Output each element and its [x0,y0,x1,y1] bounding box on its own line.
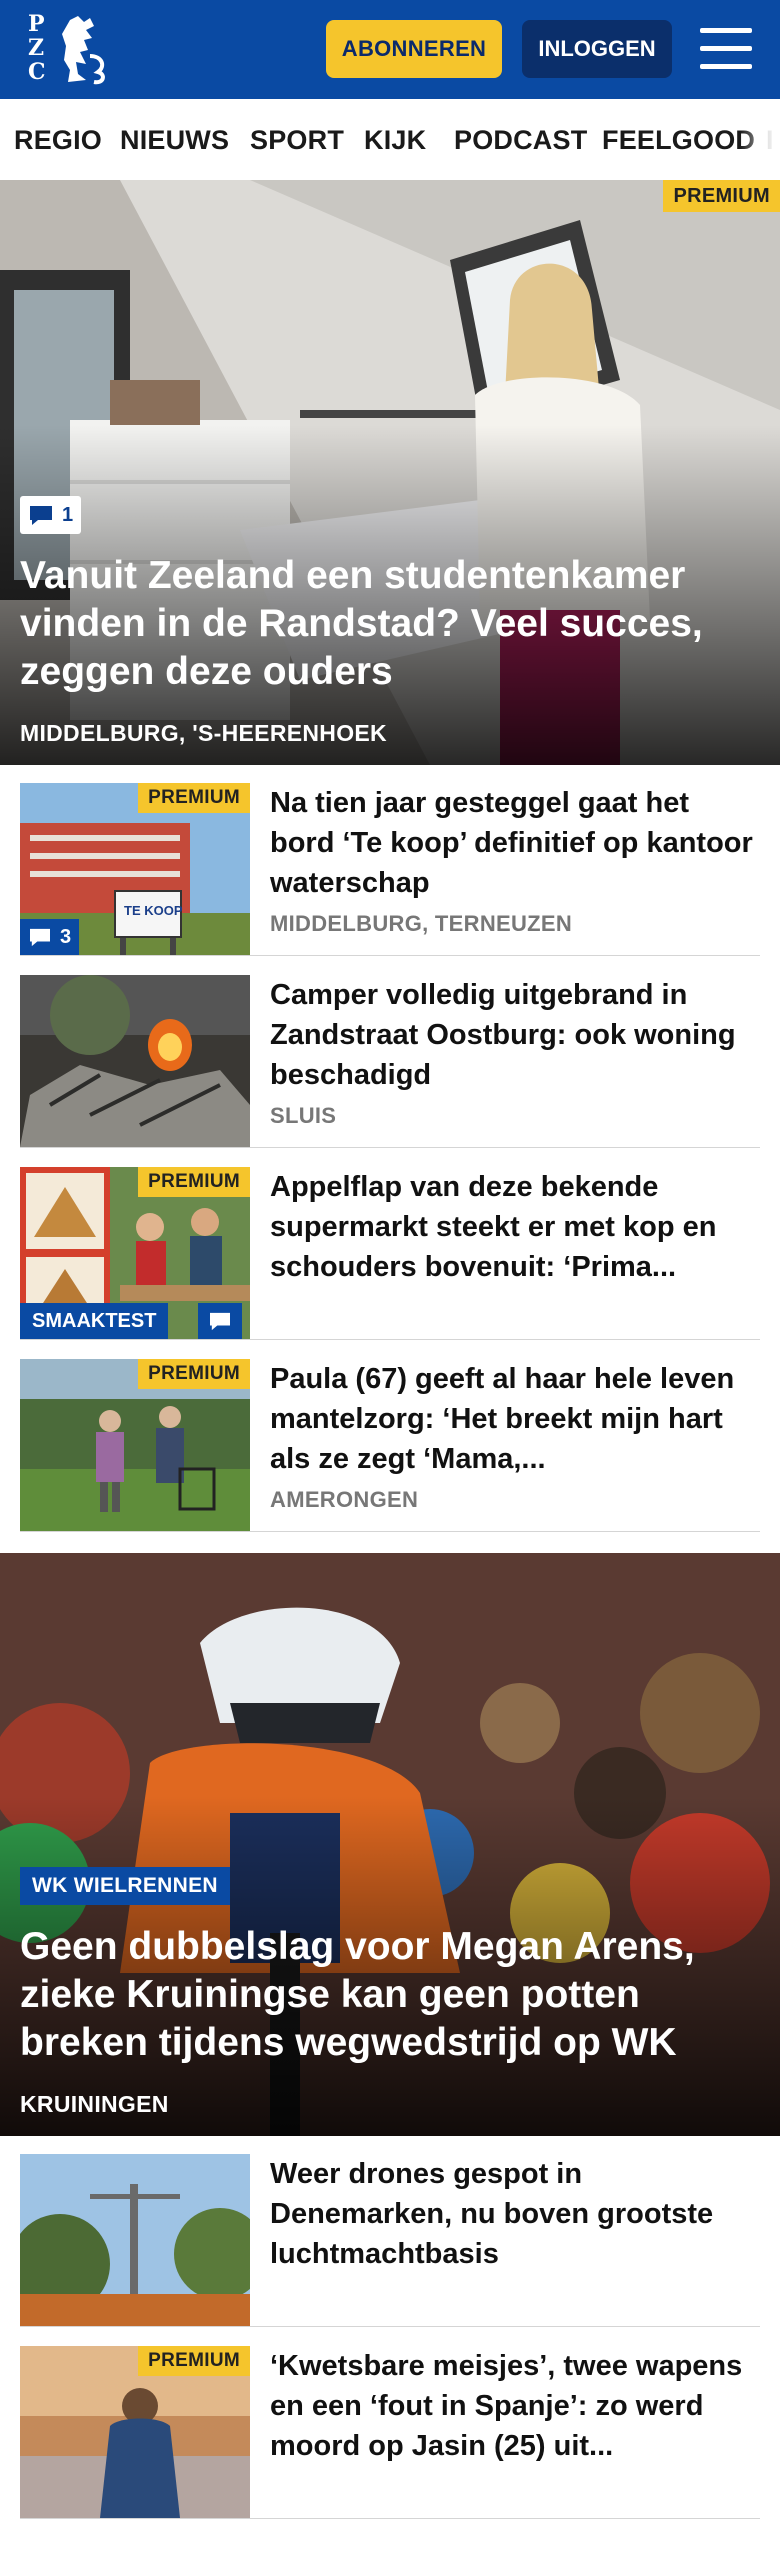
section-nav: REGIO NIEUWS SPORT KIJK PODCAST FEELGOOD… [0,99,780,182]
premium-badge: PREMIUM [138,1167,250,1197]
premium-badge: PREMIUM [138,1359,250,1389]
nav-item-feelgood[interactable]: FEELGOOD [602,125,755,156]
hero-headline[interactable]: Geen dubbelslag voor Megan Arens, zieke … [20,1923,750,2067]
article-item[interactable]: TE KOOP PREMIUM 3 Na tien jaar gesteggel… [20,765,760,956]
article-location: SLUIS [270,1103,337,1128]
article-headline[interactable]: Appelflap van deze bekende supermarkt st… [270,1167,760,1287]
comment-icon [210,1312,230,1331]
article-location: MIDDELBURG, TERNEUZEN [270,911,573,936]
article-thumbnail: TE KOOP PREMIUM 3 [20,783,250,955]
hero-article-studentenkamer[interactable]: PREMIUM 1 Vanuit Zeeland een studentenka… [0,180,780,765]
comment-badge[interactable] [198,1303,242,1339]
article-thumbnail: PREMIUM SMAAKTEST [20,1167,250,1339]
article-item[interactable]: Weer drones gespot in Denemarken, nu bov… [20,2136,760,2327]
hero-headline[interactable]: Vanuit Zeeland een studentenkamer vinden… [20,552,750,696]
smaaktest-tag[interactable]: SMAAKTEST [20,1303,169,1339]
premium-badge: PREMIUM [138,783,250,813]
article-thumbnail [20,975,250,1147]
nav-item-sport[interactable]: SPORT [250,125,344,156]
login-button[interactable]: INLOGGEN [522,20,672,78]
article-thumbnail: PREMIUM [20,2346,250,2518]
article-item[interactable]: PREMIUM ‘Kwetsbare meisjes’, twee wapens… [20,2328,760,2519]
thumbnail-fire-photo [20,975,250,1147]
thumbnail-drone-photo [20,2154,250,2326]
hero-location: MIDDELBURG, 'S-HEERENHOEK [20,720,387,746]
hero-location: KRUININGEN [20,2091,169,2117]
logo-letters: PZC [28,11,46,85]
premium-badge: PREMIUM [663,180,780,212]
nav-fade [740,99,780,181]
nav-item-regio[interactable]: REGIO [14,125,102,156]
subscribe-button[interactable]: ABONNEREN [326,20,502,78]
article-headline[interactable]: Weer drones gespot in Denemarken, nu bov… [270,2154,760,2274]
article-thumbnail: PREMIUM [20,1359,250,1531]
sign-text: TE KOOP [124,903,183,918]
category-tag[interactable]: WK WIELRENNEN [20,1867,230,1905]
comment-count-badge[interactable]: 3 [20,919,80,955]
comment-count-badge[interactable]: 1 [20,496,82,534]
article-headline[interactable]: ‘Kwetsbare meisjes’, twee wapens en een … [270,2346,760,2466]
article-headline[interactable]: Na tien jaar gesteggel gaat het bord ‘Te… [270,783,760,903]
article-headline[interactable]: Paula (67) geeft al haar hele leven mant… [270,1359,760,1479]
article-headline[interactable]: Camper volledig uitgebrand in Zandstraat… [270,975,760,1095]
article-thumbnail [20,2154,250,2326]
comment-icon [30,506,52,525]
nav-item-nieuws[interactable]: NIEUWS [120,125,229,156]
article-location: AMERONGEN [270,1487,419,1512]
article-item[interactable]: PREMIUM Paula (67) geeft al haar hele le… [20,1341,760,1532]
nav-item-kijk[interactable]: KIJK [364,125,426,156]
premium-badge: PREMIUM [138,2346,250,2376]
article-item[interactable]: PREMIUM SMAAKTEST Appelflap van deze bek… [20,1149,760,1340]
comment-count: 1 [62,503,74,526]
comment-icon [30,928,50,947]
pzc-logo[interactable]: PZC [28,12,112,88]
comment-count: 3 [60,925,72,948]
nav-item-podcast[interactable]: PODCAST [454,125,587,156]
hero-article-wielrennen[interactable]: WK WIELRENNEN Geen dubbelslag voor Megan… [0,1553,780,2136]
site-header: PZC ABONNEREN INLOGGEN [0,0,780,99]
article-item[interactable]: Camper volledig uitgebrand in Zandstraat… [20,957,760,1148]
hamburger-menu-icon[interactable] [700,28,752,70]
